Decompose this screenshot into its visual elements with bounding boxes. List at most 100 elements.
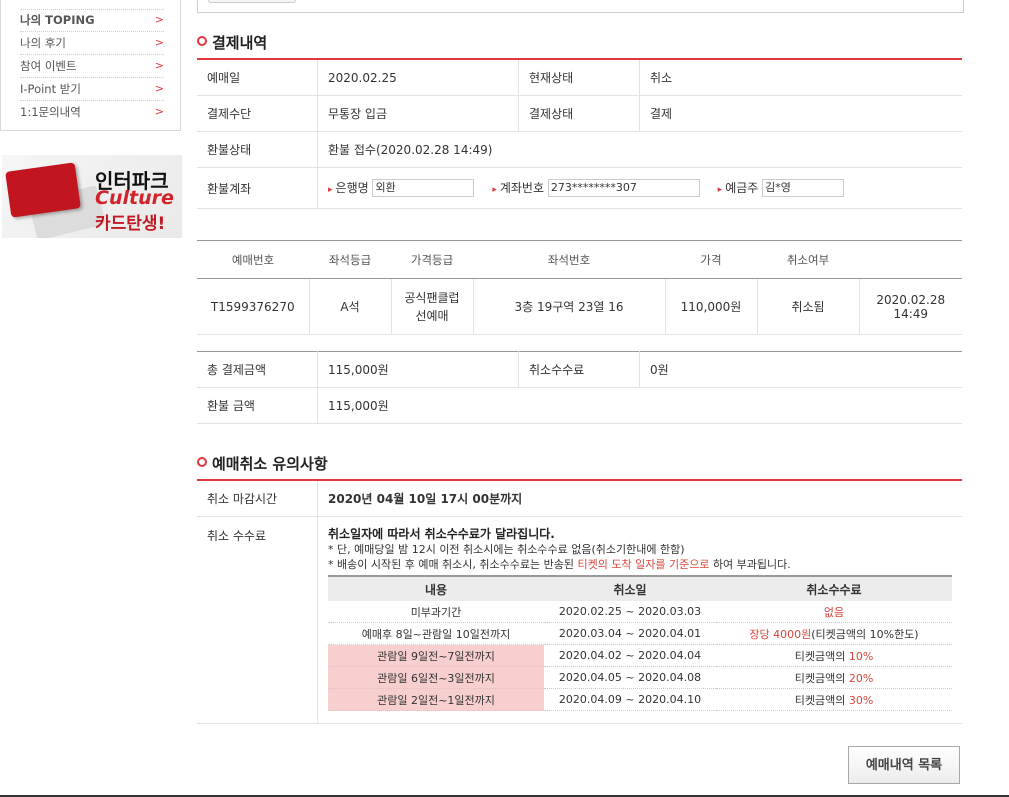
sidebar-item-inquiry[interactable]: 1:1문의내역 > (20, 101, 164, 123)
totals-table: 총 결제금액 115,000원 취소수수료 0원 환불 금액 115,000원 (197, 351, 962, 424)
chevron-right-icon: > (154, 13, 164, 26)
current-status-value: 취소 (639, 59, 962, 96)
fee-row-date: 2020.02.25 ~ 2020.03.03 (544, 601, 716, 623)
refund-amount-label: 환불 금액 (197, 387, 318, 424)
deadline-label: 취소 마감시간 (197, 480, 318, 517)
ticket-table: 예매번호 좌석등급 가격등급 좌석번호 가격 취소여부 T1599376270 … (197, 240, 962, 335)
banner-line2: Culture (95, 187, 174, 209)
chevron-right-icon: > (154, 105, 164, 118)
sidebar-item-label: I-Point 받기 (20, 82, 81, 96)
refund-account-fields: ▸ 은행명 외환 ▸ 계좌번호 273********307 ▸ 예금주 김*영 (317, 167, 962, 209)
holder-field: ▸ 예금주 김*영 (717, 179, 845, 198)
seat-grade: A석 (309, 278, 392, 335)
col-price-grade: 가격등급 (391, 240, 473, 279)
fee-row-fee: 장당 4000원(티켓금액의 10%한도) (716, 622, 952, 645)
fee-col-fee: 취소수수료 (716, 575, 952, 601)
table-row: T1599376270 A석 공식팬클럽 선예매 3층 19구역 23열 16 … (197, 278, 962, 335)
payment-info-table: 예매일 2020.02.25 현재상태 취소 결제수단 무통장 입금 결제상태 … (197, 58, 962, 209)
previous-section-button[interactable] (208, 0, 296, 3)
payment-section-title: 결제내역 (197, 32, 267, 53)
account-field: ▸ 계좌번호 273********307 (492, 179, 700, 198)
fee-schedule-table: 내용 취소일 취소수수료 미부과기간 2020.02.25 ~ 2020.03.… (328, 575, 952, 711)
sidebar-item-label: 참여 이벤트 (20, 59, 77, 73)
fee-note-2-highlight: 티켓의 도착 일자를 기준으로 (577, 558, 710, 571)
bullet-icon (197, 36, 207, 46)
fee-row-fee: 티켓금액의 20% (716, 666, 952, 689)
fee-row-content: 미부과기간 (328, 601, 544, 623)
col-reserve-no: 예매번호 (197, 240, 309, 279)
fee-row-fee: 티켓금액의 10% (716, 644, 952, 667)
deadline-value: 2020년 04월 10일 17시 00분까지 (317, 480, 962, 517)
previous-section-box (197, 0, 964, 13)
holder-input[interactable]: 김*영 (762, 179, 845, 198)
fee-row-date: 2020.03.04 ~ 2020.04.01 (544, 622, 716, 645)
sidebar-item-label: 나의 후기 (20, 36, 66, 50)
table-row: 예매후 8일~관람일 10일전까지 2020.03.04 ~ 2020.04.0… (328, 622, 952, 645)
bank-input[interactable]: 외환 (372, 179, 475, 198)
payment-status-label: 결제상태 (518, 95, 640, 132)
payment-status-value: 결제 (639, 95, 962, 132)
fee-row-content: 관람일 2일전~1일전까지 (328, 688, 544, 711)
sidebar-item-toping[interactable]: 나의 TOPING > (20, 9, 164, 32)
col-cancel-time (859, 240, 962, 279)
culture-card-banner[interactable]: 인터파크 Culture 카드탄생! (2, 155, 182, 238)
fee-row-content: 관람일 9일전~7일전까지 (328, 644, 544, 667)
refund-status-label: 환불상태 (197, 131, 318, 168)
fee-row-date: 2020.04.02 ~ 2020.04.04 (544, 644, 716, 667)
col-seat-grade: 좌석등급 (309, 240, 391, 279)
refund-account-label: 환불계좌 (197, 167, 318, 209)
mypage-sidebar: 나의 TOPING > 나의 후기 > 참여 이벤트 > I-Point 받기 … (0, 0, 181, 131)
fee-row-fee: 티켓금액의 30% (716, 688, 952, 711)
table-row: 관람일 9일전~7일전까지 2020.04.02 ~ 2020.04.04 티켓… (328, 644, 952, 667)
sidebar-item-reviews[interactable]: 나의 후기 > (20, 32, 164, 55)
reserve-no: T1599376270 (197, 278, 310, 335)
table-row: 관람일 6일전~3일전까지 2020.04.05 ~ 2020.04.08 티켓… (328, 666, 952, 689)
fee-row-content: 관람일 6일전~3일전까지 (328, 666, 544, 689)
method-label: 결제수단 (197, 95, 318, 132)
triangle-bullet-icon: ▸ (717, 184, 723, 195)
sidebar-item-label: 1:1문의내역 (20, 105, 81, 119)
cancel-fee-label: 취소수수료 (518, 351, 640, 388)
fee-row-content: 예매후 8일~관람일 10일전까지 (328, 622, 544, 645)
method-value: 무통장 입금 (317, 95, 519, 132)
price-grade: 공식팬클럽 선예매 (391, 278, 474, 335)
col-seat-no: 좌석번호 (473, 240, 665, 279)
fee-row-fee: 없음 (716, 601, 952, 623)
sidebar-item-label: 나의 TOPING (20, 13, 95, 27)
reservation-list-button[interactable]: 예매내역 목록 (848, 746, 960, 784)
cancel-status: 취소됨 (757, 278, 860, 335)
cancel-fee-value: 0원 (639, 351, 962, 388)
fee-detail: 취소일자에 따라서 취소수수료가 달라집니다. * 단, 예매당일 밤 12시 … (317, 516, 962, 724)
chevron-right-icon: > (154, 36, 164, 49)
ticket-header-row: 예매번호 좌석등급 가격등급 좌석번호 가격 취소여부 (197, 240, 962, 279)
account-input[interactable]: 273********307 (547, 179, 700, 198)
card-image (5, 162, 81, 218)
sidebar-item-ipoint[interactable]: I-Point 받기 > (20, 78, 164, 101)
col-cancel-status: 취소여부 (757, 240, 859, 279)
col-price: 가격 (665, 240, 757, 279)
notice-section-title: 예매취소 유의사항 (197, 453, 328, 474)
fee-row-date: 2020.04.05 ~ 2020.04.08 (544, 666, 716, 689)
fee-header-row: 내용 취소일 취소수수료 (328, 575, 952, 601)
chevron-right-icon: > (154, 59, 164, 72)
price: 110,000원 (665, 278, 758, 335)
table-row: 관람일 2일전~1일전까지 2020.04.09 ~ 2020.04.10 티켓… (328, 688, 952, 711)
total-value: 115,000원 (317, 351, 519, 388)
triangle-bullet-icon: ▸ (328, 184, 333, 195)
fee-col-content: 내용 (328, 575, 544, 601)
bullet-icon (197, 457, 207, 467)
refund-status-value: 환불 접수(2020.02.28 14:49) (317, 131, 962, 168)
bank-field: ▸ 은행명 외환 (328, 179, 475, 198)
seat-no: 3층 19구역 23열 16 (473, 278, 666, 335)
cancel-time: 2020.02.28 14:49 (859, 278, 962, 335)
fee-row-date: 2020.04.09 ~ 2020.04.10 (544, 688, 716, 711)
refund-amount-value: 115,000원 (317, 387, 962, 424)
table-row: 미부과기간 2020.02.25 ~ 2020.03.03 없음 (328, 601, 952, 623)
sidebar-item-events[interactable]: 참여 이벤트 > (20, 55, 164, 78)
total-label: 총 결제금액 (197, 351, 318, 388)
fee-note-1: * 단, 예매당일 밤 12시 이전 취소시에는 취소수수료 없음(취소기한내에… (328, 543, 685, 556)
banner-line3: 카드탄생! (95, 214, 166, 234)
reserve-date-value: 2020.02.25 (317, 59, 519, 96)
current-status-label: 현재상태 (518, 59, 640, 96)
fee-col-date: 취소일 (544, 575, 716, 601)
